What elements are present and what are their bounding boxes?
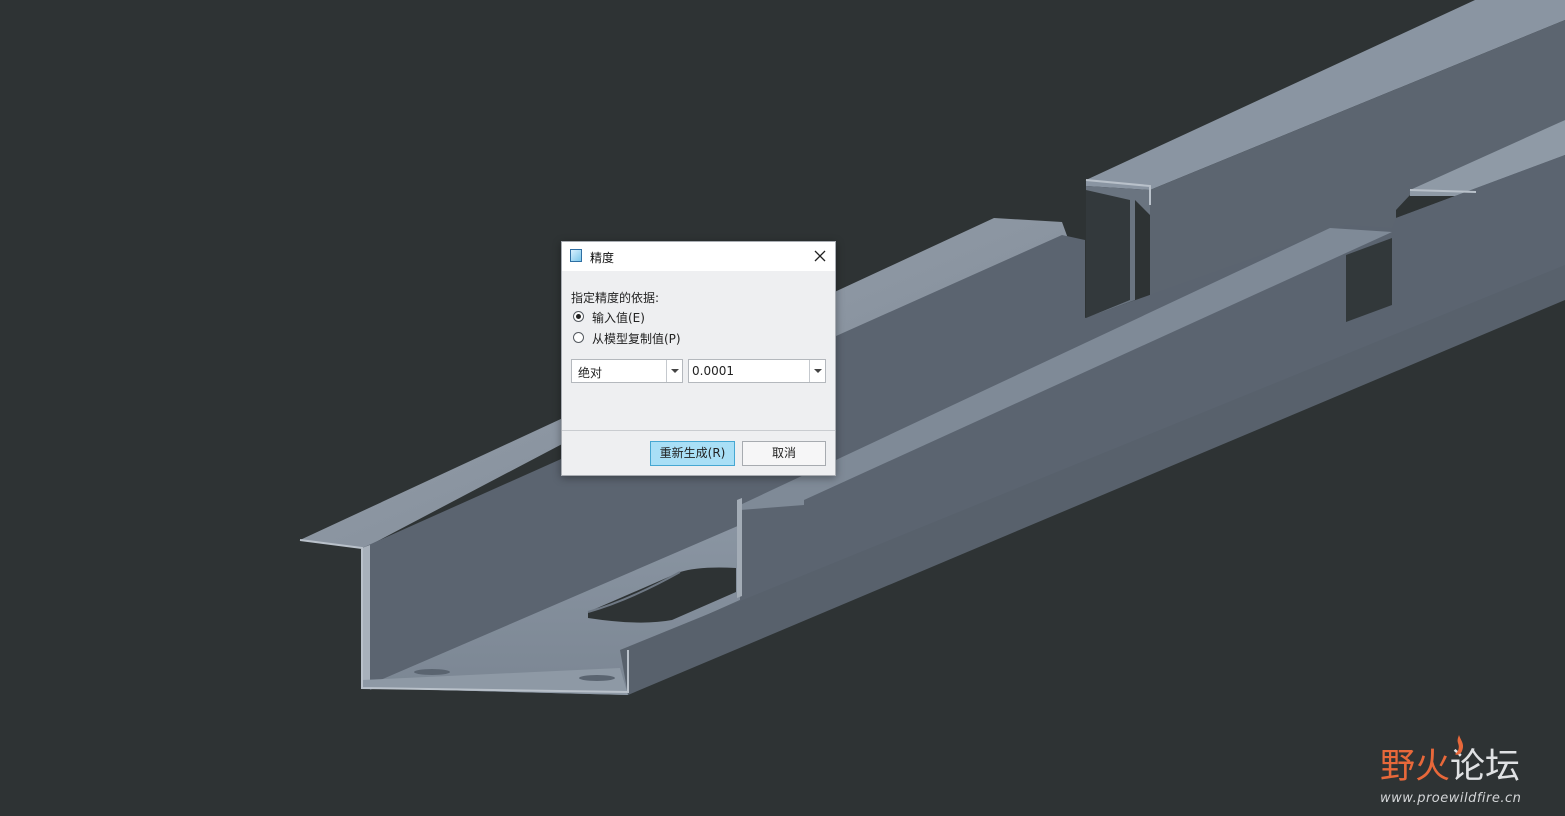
- radio-label: 输入值(E): [592, 311, 645, 325]
- radio-button[interactable]: [573, 332, 584, 343]
- precision-value-select[interactable]: 0.0001: [688, 359, 826, 383]
- dialog-titlebar[interactable]: 精度: [562, 242, 835, 271]
- watermark-name: 野火论坛: [1380, 747, 1521, 787]
- precision-dialog: 精度 指定精度的依据: 输入值(E) 从模型复制值(P) 绝对 0.0001 重…: [561, 241, 836, 476]
- dialog-divider: [562, 430, 835, 431]
- dropdown-arrow-icon[interactable]: [809, 360, 825, 382]
- flame-icon: [1455, 735, 1464, 755]
- dialog-title: 精度: [590, 251, 615, 265]
- regenerate-button[interactable]: 重新生成(R): [650, 441, 735, 466]
- radio-label: 从模型复制值(P): [592, 332, 681, 346]
- dropdown-arrow-icon[interactable]: [666, 360, 682, 382]
- select-value: 0.0001: [692, 364, 734, 378]
- select-value: 绝对: [578, 366, 603, 380]
- cancel-button[interactable]: 取消: [742, 441, 826, 466]
- precision-mode-select[interactable]: 绝对: [571, 359, 683, 383]
- precision-basis-label: 指定精度的依据:: [571, 291, 660, 305]
- dialog-app-icon: [570, 249, 582, 262]
- forum-watermark: 野火论坛 www.proewildfire.cn: [1378, 735, 1558, 810]
- watermark-url: www.proewildfire.cn: [1380, 791, 1522, 806]
- close-icon[interactable]: [811, 247, 829, 265]
- radio-button-selected[interactable]: [573, 311, 584, 322]
